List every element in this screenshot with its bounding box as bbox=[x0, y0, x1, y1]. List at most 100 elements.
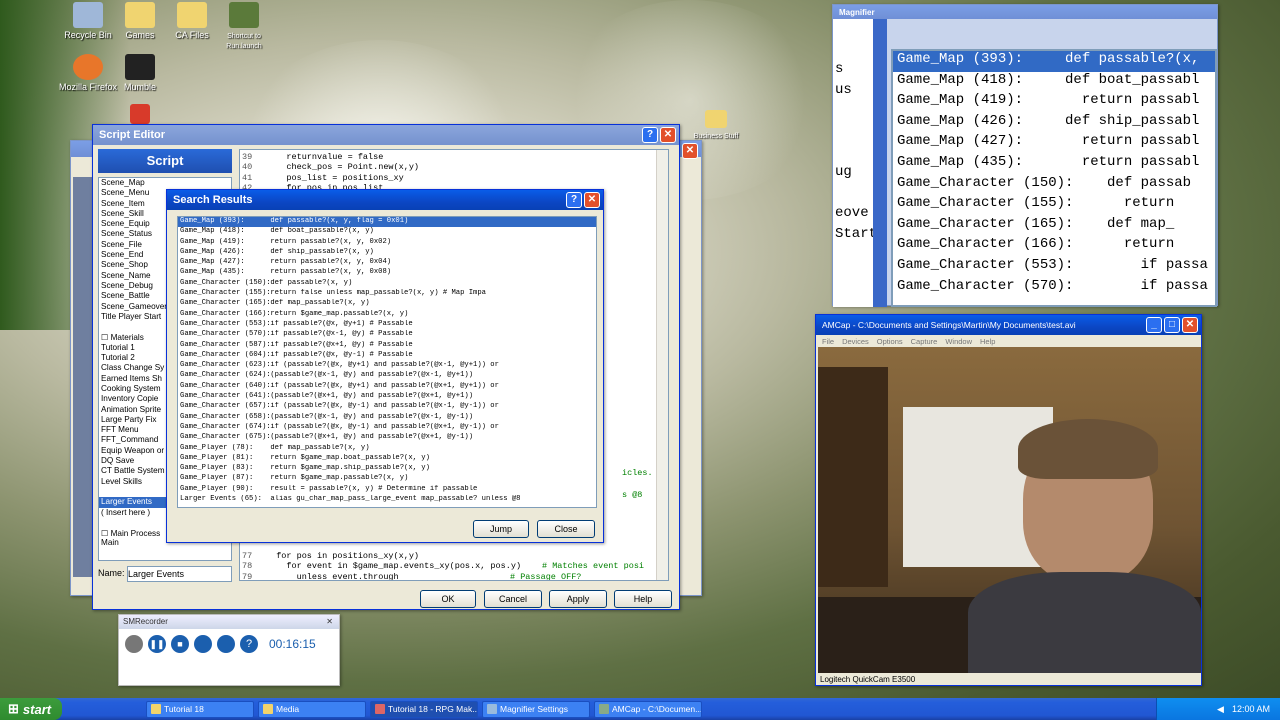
search-result-row[interactable]: Game_Character (623): if (passable?(@x, … bbox=[178, 361, 596, 371]
task-media[interactable]: Media bbox=[258, 700, 366, 718]
firefox-icon[interactable]: Mozilla Firefox bbox=[58, 54, 118, 92]
recycle-bin-icon[interactable]: Recycle Bin bbox=[58, 2, 118, 40]
menu-item[interactable]: Window bbox=[945, 337, 972, 346]
result-code: def map_passable?(x, y) bbox=[266, 299, 370, 308]
search-results-titlebar[interactable]: Search Results ? ✕ bbox=[167, 190, 603, 210]
close-icon[interactable]: ✕ bbox=[682, 143, 698, 159]
close-icon[interactable]: ✕ bbox=[1182, 317, 1198, 333]
task-amcap[interactable]: AMCap - C:\Documen... bbox=[594, 700, 702, 718]
search-result-row[interactable]: Game_Character (553): if passable?(@x, @… bbox=[178, 320, 596, 330]
menu-item[interactable]: Options bbox=[877, 337, 903, 346]
network-icon[interactable]: ◀ bbox=[1217, 704, 1224, 715]
maximize-icon[interactable]: □ bbox=[1164, 317, 1180, 333]
clock[interactable]: 12:00 AM bbox=[1232, 704, 1270, 714]
minimize-icon[interactable]: _ bbox=[1146, 317, 1162, 333]
shortcut-icon[interactable]: Shortcut to Run.launch bbox=[214, 2, 274, 50]
search-result-row[interactable]: Game_Player (83): return $game_map.ship_… bbox=[178, 464, 596, 474]
menu-item[interactable]: Devices bbox=[842, 337, 869, 346]
search-result-row[interactable]: Game_Map (435): return passable?(x, y, 0… bbox=[178, 268, 596, 278]
result-location: Game_Map (427): bbox=[180, 258, 245, 267]
code-line: 41 pos_list = positions_xy bbox=[242, 173, 419, 183]
pdf-icon[interactable] bbox=[110, 104, 170, 126]
close-icon[interactable]: ✕ bbox=[660, 127, 676, 143]
ca-files-folder-icon[interactable]: CA Files bbox=[162, 2, 222, 40]
search-result-row[interactable]: Game_Character (604): if passable?(@x, @… bbox=[178, 351, 596, 361]
jump-button[interactable]: Jump bbox=[473, 520, 529, 538]
search-results-list[interactable]: Game_Map (393): def passable?(x, y, flag… bbox=[177, 216, 597, 508]
smrecorder-window: SMRecorder ✕ ❚❚ ■ ? 00:16:15 bbox=[118, 614, 340, 686]
pause-button[interactable]: ❚❚ bbox=[148, 635, 166, 653]
search-result-row[interactable]: Game_Character (166): return $game_map.p… bbox=[178, 310, 596, 320]
search-result-row[interactable]: Game_Character (674): if (passable?(@x, … bbox=[178, 423, 596, 433]
code-scrollbar[interactable] bbox=[656, 150, 668, 580]
search-result-row[interactable]: Game_Character (570): if passable?(@x-1,… bbox=[178, 330, 596, 340]
search-result-row[interactable]: Game_Map (426): def ship_passable?(x, y) bbox=[178, 248, 596, 258]
help-icon[interactable]: ? bbox=[240, 635, 258, 653]
menu-item[interactable]: Help bbox=[980, 337, 995, 346]
desktop-icon-label: Shortcut to Run.launch bbox=[226, 33, 262, 50]
close-icon[interactable]: ✕ bbox=[584, 192, 600, 208]
close-icon[interactable]: ✕ bbox=[326, 615, 333, 629]
code-fragment: icles. bbox=[622, 468, 653, 478]
task-rpg-maker[interactable]: Tutorial 18 - RPG Mak... bbox=[370, 700, 478, 718]
start-button[interactable]: ⊞ start bbox=[0, 698, 62, 720]
task-tutorial-18[interactable]: Tutorial 18 bbox=[146, 700, 254, 718]
folder-button[interactable] bbox=[217, 635, 235, 653]
help-button[interactable]: Help bbox=[614, 590, 672, 608]
result-code: if passable?(@x, @y+1) # Passable bbox=[266, 319, 413, 328]
mumble-icon[interactable]: Mumble bbox=[110, 54, 170, 92]
help-icon[interactable]: ? bbox=[566, 192, 582, 208]
search-result-row[interactable]: Game_Character (675): (passable?(@x+1, @… bbox=[178, 433, 596, 443]
search-result-row[interactable]: Game_Map (427): return passable?(x, y, 0… bbox=[178, 258, 596, 268]
result-location: Game_Character (658): bbox=[180, 412, 271, 421]
script-name-input[interactable] bbox=[127, 566, 232, 582]
search-result-row[interactable]: Game_Character (657): if (passable?(@x, … bbox=[178, 402, 596, 412]
cancel-button[interactable]: Cancel bbox=[484, 590, 542, 608]
search-result-row[interactable]: Game_Character (587): if passable?(@x+1,… bbox=[178, 341, 596, 351]
windows-logo-icon: ⊞ bbox=[8, 701, 19, 716]
help-icon[interactable]: ? bbox=[642, 127, 658, 143]
business-stuff-folder-icon[interactable]: Business Stuff bbox=[686, 110, 746, 140]
search-result-row[interactable]: Game_Character (641): (passable?(@x+1, @… bbox=[178, 392, 596, 402]
result-location: Game_Player (87): bbox=[180, 474, 254, 483]
code-line: 40 check_pos = Point.new(x,y) bbox=[242, 162, 419, 172]
apply-button[interactable]: Apply bbox=[549, 590, 607, 608]
record-button[interactable] bbox=[125, 635, 143, 653]
menu-item[interactable]: File bbox=[822, 337, 834, 346]
search-result-row[interactable]: Larger Events (65): alias gu_char_map_pa… bbox=[178, 495, 596, 505]
screenshot-button[interactable] bbox=[194, 635, 212, 653]
ok-button[interactable]: OK bbox=[420, 590, 476, 608]
script-list-item[interactable]: Scene_Map bbox=[99, 178, 231, 188]
search-result-row[interactable]: Game_Character (640): if (passable?(@x, … bbox=[178, 382, 596, 392]
result-location: Game_Character (640): bbox=[180, 381, 271, 390]
search-result-row[interactable]: Game_Player (81): return $game_map.boat_… bbox=[178, 454, 596, 464]
webcam-video bbox=[818, 347, 1201, 673]
search-result-row[interactable]: Game_Character (624): (passable?(@x-1, @… bbox=[178, 371, 596, 381]
search-result-row[interactable]: Game_Character (155): return false unles… bbox=[178, 289, 596, 299]
games-folder-icon[interactable]: Games bbox=[110, 2, 170, 40]
search-result-row[interactable]: Game_Character (165): def map_passable?(… bbox=[178, 299, 596, 309]
task-magnifier[interactable]: Magnifier Settings bbox=[482, 700, 590, 718]
result-code: return $game_map.boat_passable?(x, y) bbox=[266, 453, 430, 462]
close-button[interactable]: Close bbox=[537, 520, 595, 538]
search-result-row[interactable]: Game_Map (419): return passable?(x, y, 0… bbox=[178, 238, 596, 248]
menu-item[interactable]: Capture bbox=[911, 337, 938, 346]
result-code: if (passable?(@x, @y+1) and passable?(@x… bbox=[266, 361, 499, 370]
result-code: return passable?(x, y, 0x04) bbox=[266, 258, 392, 267]
search-result-row[interactable]: Game_Map (393): def passable?(x, y, flag… bbox=[178, 217, 596, 228]
search-result-row[interactable]: Game_Map (418): def boat_passable?(x, y) bbox=[178, 227, 596, 237]
stop-button[interactable]: ■ bbox=[171, 635, 189, 653]
code-text: for event in $game_map.events_xy(pos.x, … bbox=[266, 561, 522, 572]
search-result-row[interactable]: Game_Player (90): result = passable?(x, … bbox=[178, 485, 596, 495]
line-number: 41 bbox=[242, 172, 253, 183]
task-label: Media bbox=[276, 704, 300, 714]
search-result-row[interactable]: Game_Player (78): def map_passable?(x, y… bbox=[178, 444, 596, 454]
code-line: 78 for event in $game_map.events_xy(pos.… bbox=[242, 561, 662, 571]
script-editor-titlebar[interactable]: Script Editor ? ✕ bbox=[93, 125, 679, 145]
result-code: return $game_map.passable?(x, y) bbox=[266, 309, 409, 318]
magnified-line: Game_Map (393): def passable?(x, bbox=[893, 51, 1215, 72]
search-result-row[interactable]: Game_Character (150): def passable?(x, y… bbox=[178, 279, 596, 289]
search-result-row[interactable]: Game_Player (87): return $game_map.passa… bbox=[178, 474, 596, 484]
search-result-row[interactable]: Game_Character (658): (passable?(@x-1, @… bbox=[178, 413, 596, 423]
amcap-titlebar[interactable]: AMCap - C:\Documents and Settings\Martin… bbox=[816, 315, 1201, 335]
